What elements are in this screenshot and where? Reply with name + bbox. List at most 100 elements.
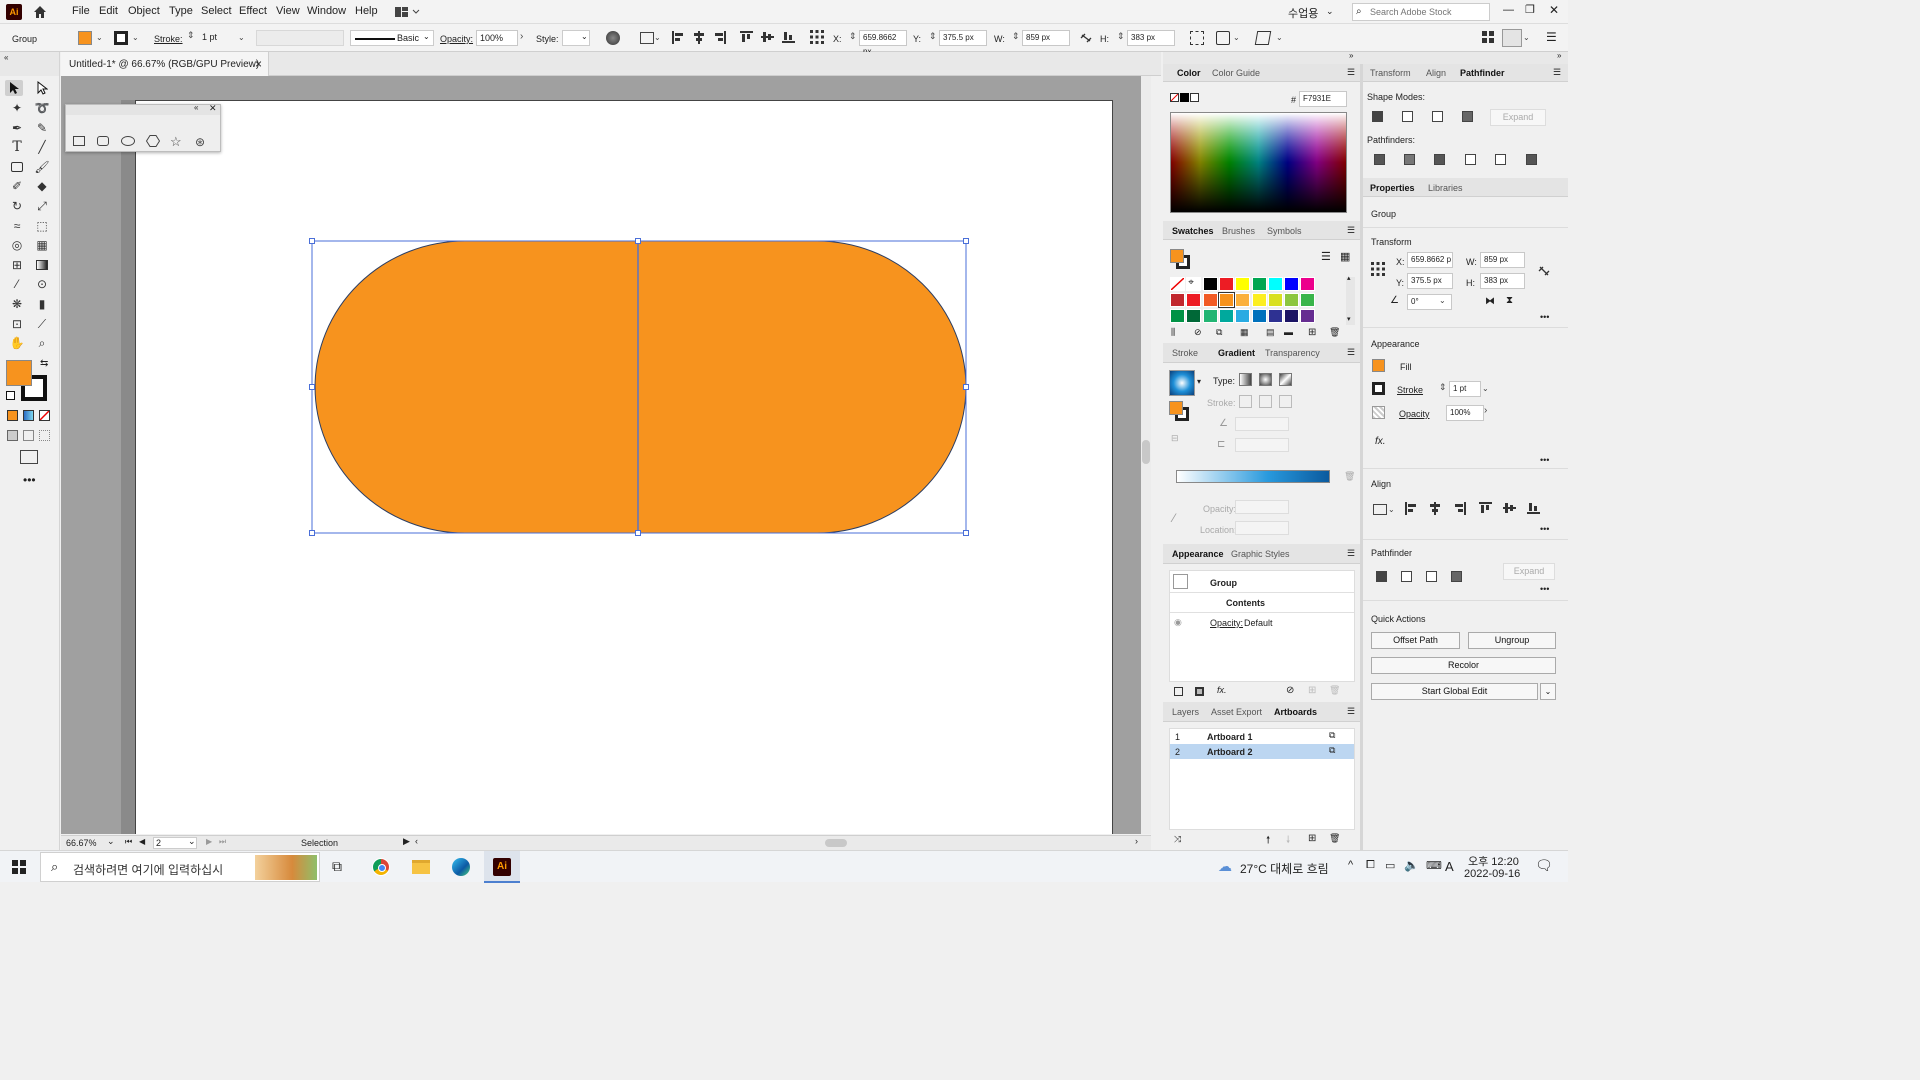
rotate-angle-dropdown-icon[interactable]: ⌄ [1439, 296, 1446, 305]
fill-swatch[interactable] [78, 31, 92, 45]
minus-back-icon[interactable] [1526, 154, 1537, 165]
horizontal-align-right-icon[interactable] [714, 31, 726, 44]
direct-selection-tool-icon[interactable] [33, 80, 51, 96]
magic-wand-tool-icon[interactable]: ✦ [8, 100, 26, 116]
curvature-tool-icon[interactable]: ✎ [33, 120, 51, 136]
flare-shape-icon[interactable]: ⊛ [195, 135, 205, 149]
display-icon[interactable]: ▭ [1385, 859, 1395, 872]
swatch-chip[interactable] [1170, 277, 1185, 291]
menu-view[interactable]: View [276, 5, 300, 17]
tab-transparency[interactable]: Transparency [1265, 348, 1320, 358]
new-swatch-icon[interactable]: ⊞ [1308, 327, 1316, 338]
home-icon[interactable] [32, 4, 48, 20]
transform-more-options[interactable]: ••• [1540, 312, 1549, 322]
collapse-toolbar-icon[interactable]: « [4, 53, 8, 62]
blend-tool-icon[interactable]: ⊙ [33, 276, 51, 292]
swatch-chip[interactable] [1170, 309, 1185, 323]
panel-menu-icon[interactable]: ☰ [1546, 30, 1557, 44]
gradient-options-icon[interactable]: ⊟ [1171, 433, 1179, 444]
tab-color-guide[interactable]: Color Guide [1212, 68, 1260, 78]
column-graph-tool-icon[interactable]: ▮ [33, 296, 51, 312]
line-segment-tool-icon[interactable]: ╱ [33, 139, 51, 155]
menu-object[interactable]: Object [128, 5, 160, 17]
outline-icon[interactable] [1495, 154, 1506, 165]
none-color-icon[interactable] [1170, 93, 1179, 102]
swatch-chip[interactable] [1267, 277, 1283, 291]
trim-icon[interactable] [1404, 154, 1415, 165]
swatch-chip[interactable] [1284, 277, 1300, 291]
canvas-area[interactable]: « ✕ ☆ ⊛ [61, 76, 1151, 834]
volume-icon[interactable]: 🔈 [1404, 858, 1419, 872]
pen-tool-icon[interactable]: ✒ [8, 120, 26, 136]
rearrange-artboards-icon[interactable]: ⤨ [1174, 834, 1181, 845]
stroke-within-icon[interactable] [1239, 395, 1252, 408]
horizontal-align-left-icon[interactable] [672, 31, 684, 44]
scale-tool-icon[interactable]: ⤢ [33, 198, 51, 214]
eyedropper-tool-icon[interactable]: ⁄ [8, 276, 26, 292]
clock-time[interactable]: 오후 12:20 [1468, 853, 1519, 869]
status-mode[interactable]: Selection [301, 838, 338, 848]
vertical-scrollbar[interactable] [1141, 76, 1151, 834]
unite-icon[interactable] [1372, 111, 1383, 122]
graphic-style-swatch[interactable]: ⌄ [562, 30, 590, 46]
tab-align[interactable]: Align [1426, 68, 1446, 78]
properties-align-to-dropdown-icon[interactable]: ⌄ [1388, 505, 1395, 514]
black-color-icon[interactable] [1180, 93, 1189, 102]
properties-expand-button[interactable]: Expand [1503, 563, 1555, 580]
ungroup-button[interactable]: Ungroup [1468, 632, 1556, 649]
properties-opacity-input[interactable]: 100% [1446, 405, 1484, 421]
vertical-align-center-icon[interactable] [761, 31, 774, 43]
selection-tool-icon[interactable] [5, 80, 23, 96]
properties-align-right-icon[interactable] [1454, 502, 1466, 515]
properties-constrain-icon[interactable] [1537, 264, 1551, 278]
properties-y-input[interactable]: 375.5 px [1407, 273, 1453, 289]
brush-definition[interactable]: Basic ⌄ [350, 30, 434, 46]
angle-input[interactable] [1235, 417, 1289, 431]
close-icon[interactable]: ✕ [1549, 3, 1559, 17]
artboard-dropdown-icon[interactable]: ⌄ [188, 836, 196, 847]
tab-transform[interactable]: Transform [1370, 68, 1411, 78]
show-hidden-icons-icon[interactable]: ^ [1348, 859, 1353, 871]
intersect-icon[interactable] [1432, 111, 1443, 122]
menu-window[interactable]: Window [307, 5, 346, 17]
warp-dropdown-icon[interactable]: ⌄ [1276, 33, 1283, 42]
shaper-tool-icon[interactable]: ✐ [8, 178, 26, 194]
gradient-preview-swatch[interactable] [1169, 370, 1195, 396]
swatch-chip[interactable] [1300, 309, 1316, 323]
fill-dropdown-icon[interactable]: ⌄ [96, 33, 103, 42]
swatch-chip[interactable] [1235, 277, 1251, 291]
global-edit-options-button[interactable]: ⌄ [1540, 683, 1556, 700]
properties-toggle-dropdown-icon[interactable]: ⌄ [1523, 33, 1530, 42]
properties-opacity-arrow-icon[interactable]: › [1484, 405, 1487, 416]
zoom-level[interactable]: 66.67% [66, 838, 97, 848]
shape-builder-tool-icon[interactable]: ◎ [8, 237, 26, 253]
merge-icon[interactable] [1434, 154, 1445, 165]
task-view-icon[interactable]: ⧉ [332, 858, 342, 875]
align-to-dropdown-icon[interactable]: ⌄ [654, 33, 661, 42]
h-input[interactable]: 383 px [1127, 30, 1175, 46]
first-artboard-icon[interactable]: ⏮ [125, 837, 132, 847]
default-fill-stroke-icon[interactable] [6, 391, 15, 400]
swatch-chip[interactable]: ⌖ [1186, 277, 1202, 291]
properties-align-to-icon[interactable] [1373, 504, 1387, 515]
slice-tool-icon[interactable]: ⟋ [33, 316, 51, 332]
clock-date[interactable]: 2022-09-16 [1464, 868, 1520, 880]
none-mode-icon[interactable] [39, 410, 50, 421]
properties-intersect-icon[interactable] [1426, 571, 1437, 582]
add-new-effect-icon[interactable]: fx. [1217, 685, 1227, 695]
stroke-weight-dropdown-icon[interactable]: ⌄ [238, 33, 245, 42]
menu-help[interactable]: Help [355, 5, 378, 17]
document-close-icon[interactable]: × [255, 57, 262, 71]
properties-w-input[interactable]: 859 px [1480, 252, 1525, 268]
lasso-tool-icon[interactable]: ➰ [33, 100, 51, 116]
recolor-button[interactable]: Recolor [1371, 657, 1556, 674]
radial-gradient-icon[interactable] [1259, 373, 1272, 386]
swatch-chip[interactable] [1217, 292, 1235, 308]
add-new-stroke-icon[interactable] [1174, 687, 1183, 696]
tab-properties[interactable]: Properties [1370, 183, 1415, 193]
appearance-more-options[interactable]: ••• [1540, 455, 1549, 465]
w-input[interactable]: 859 px [1022, 30, 1070, 46]
transform-panel-icon[interactable] [1190, 31, 1204, 45]
last-artboard-icon[interactable]: ⏭ [219, 837, 226, 847]
properties-stroke-swatch[interactable] [1372, 382, 1385, 395]
